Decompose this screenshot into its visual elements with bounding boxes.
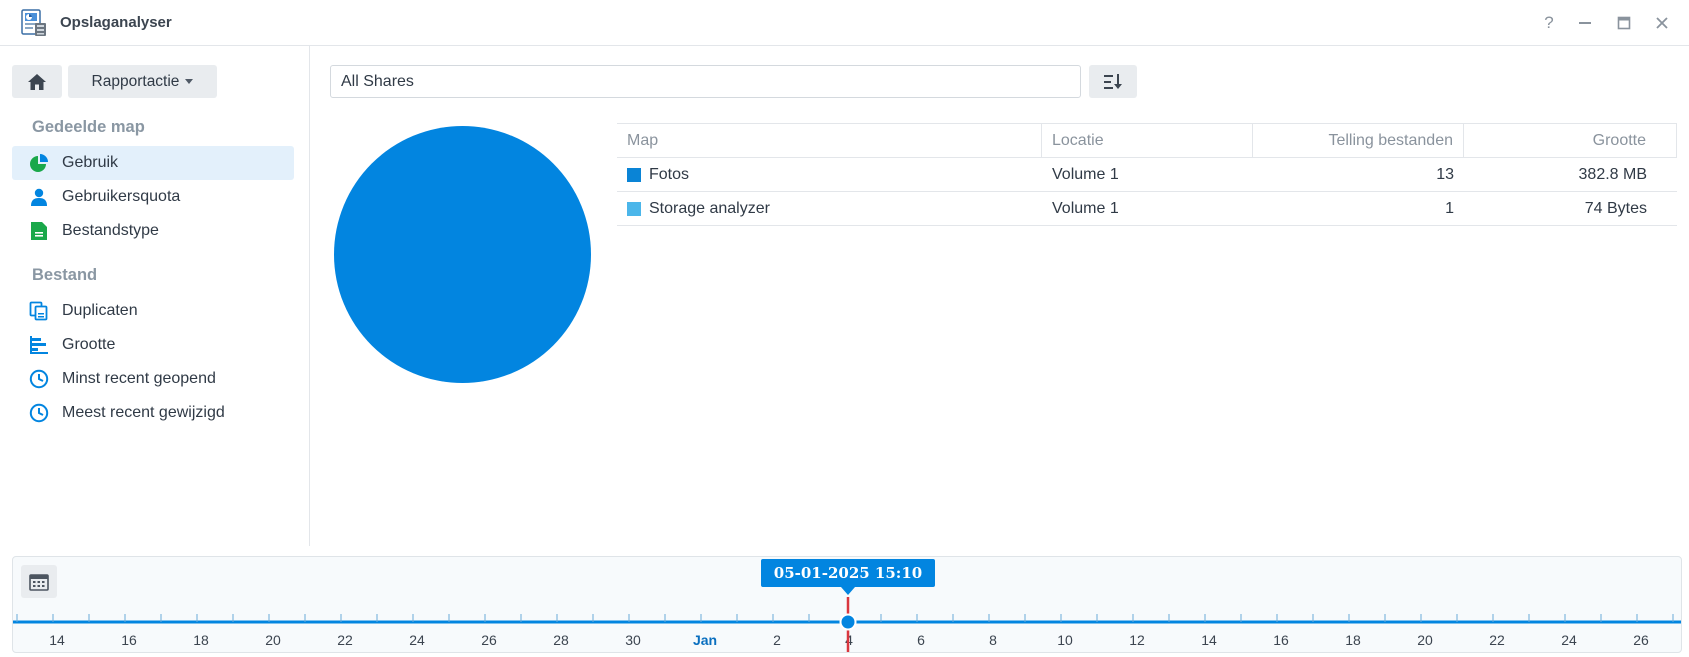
timeline-tick-label: 14 — [49, 632, 65, 648]
timeline-tick-label: 24 — [1561, 632, 1577, 648]
row-size: 382.8 MB — [1578, 166, 1647, 183]
timeline-month-label: Jan — [693, 632, 717, 648]
timeline-tick-label: 16 — [1273, 632, 1289, 648]
tooltip-label: 05-01-2025 15:10 — [774, 564, 922, 582]
timeline-tick-label: 22 — [337, 632, 353, 648]
home-icon — [28, 73, 46, 90]
color-swatch — [627, 201, 641, 216]
duplicate-icon — [28, 300, 50, 322]
clock-icon — [28, 368, 50, 390]
timeline-tick-label: 18 — [193, 632, 209, 648]
timeline-selected-tooltip: 05-01-2025 15:10 — [761, 559, 935, 595]
sidebar-item-label: Minst recent geopend — [62, 370, 216, 387]
clock-icon — [28, 402, 50, 424]
timeline-tick-label: 30 — [625, 632, 641, 648]
sidebar-item-label: Gebruikersquota — [62, 188, 181, 205]
row-map: Storage analyzer — [649, 200, 770, 217]
row-count: 13 — [1436, 166, 1454, 183]
row-map: Fotos — [649, 166, 690, 183]
caret-down-icon — [185, 79, 194, 84]
help-button[interactable]: ? — [1536, 10, 1562, 36]
timeline-tick-label: 24 — [409, 632, 425, 648]
minimize-button[interactable] — [1572, 10, 1598, 36]
shares-table: Map Locatie Telling bestanden Grootte Fo… — [617, 123, 1677, 226]
timeline-tick-label: 18 — [1345, 632, 1361, 648]
sort-descending-icon — [1104, 73, 1122, 89]
timeline-tick-label: 2 — [773, 632, 781, 648]
timeline-tick-label: 16 — [121, 632, 137, 648]
window-title: Opslaganalyser — [60, 14, 172, 31]
column-header-map[interactable]: Map — [617, 124, 1042, 157]
sidebar-item-duplicaten[interactable]: Duplicaten — [12, 294, 294, 328]
pie-chart-icon — [28, 152, 50, 174]
sidebar-item-label: Grootte — [62, 336, 116, 353]
report-action-dropdown[interactable]: Rapportactie — [68, 65, 217, 98]
sort-button[interactable] — [1089, 65, 1137, 98]
sidebar: Rapportactie Gedeelde map Gebruik Gebrui… — [0, 46, 310, 546]
column-header-location[interactable]: Locatie — [1042, 124, 1253, 157]
row-location: Volume 1 — [1052, 166, 1119, 183]
color-swatch — [627, 167, 641, 182]
section-title-shared-folder: Gedeelde map — [32, 118, 145, 136]
sidebar-item-grootte[interactable]: Grootte — [12, 328, 294, 362]
table-header: Map Locatie Telling bestanden Grootte — [617, 123, 1677, 158]
timeline-tick-label: 28 — [553, 632, 569, 648]
sidebar-item-bestandstype[interactable]: Bestandstype — [12, 214, 294, 248]
sidebar-item-label: Duplicaten — [62, 302, 138, 319]
sidebar-item-gebruik[interactable]: Gebruik — [12, 146, 294, 180]
tooltip-pointer — [841, 587, 855, 595]
timeline-axis[interactable]: 141618202224262830Jan2468101214161820222… — [13, 557, 1681, 652]
timeline-tick-label: 26 — [1633, 632, 1649, 648]
bar-size-icon — [28, 334, 50, 356]
maximize-button[interactable] — [1611, 10, 1637, 36]
timeline-tick-label: 8 — [989, 632, 997, 648]
column-header-file-count[interactable]: Telling bestanden — [1253, 124, 1464, 157]
row-count: 1 — [1445, 200, 1454, 217]
column-header-size[interactable]: Grootte — [1464, 124, 1677, 157]
sidebar-item-minst-recent-geopend[interactable]: Minst recent geopend — [12, 362, 294, 396]
timeline-tick-label: 26 — [481, 632, 497, 648]
sidebar-item-gebruikersquota[interactable]: Gebruikersquota — [12, 180, 294, 214]
timeline-tick-label: 20 — [1417, 632, 1433, 648]
close-icon — [1656, 17, 1668, 29]
section-title-file: Bestand — [32, 266, 98, 284]
timeline-tick-label: 22 — [1489, 632, 1505, 648]
timeline-tick-label: 12 — [1129, 632, 1145, 648]
timeline-handle[interactable] — [839, 613, 857, 631]
row-location: Volume 1 — [1052, 200, 1119, 217]
row-size: 74 Bytes — [1584, 200, 1647, 217]
sidebar-item-label: Gebruik — [62, 154, 119, 171]
table-row[interactable]: Fotos Volume 1 13 382.8 MB — [617, 158, 1677, 192]
timeline-tick-label: 6 — [917, 632, 925, 648]
share-select[interactable]: All Shares — [330, 65, 1081, 98]
timeline-tick-label: 14 — [1201, 632, 1217, 648]
close-button[interactable] — [1649, 10, 1675, 36]
sidebar-item-meest-recent-gewijzigd[interactable]: Meest recent gewijzigd — [12, 396, 294, 430]
document-icon — [28, 220, 50, 242]
timeline-tick-label: 10 — [1057, 632, 1073, 648]
home-button[interactable] — [12, 65, 62, 98]
user-icon — [28, 186, 50, 208]
timeline-tick-label: 20 — [265, 632, 281, 648]
timeline: 141618202224262830Jan2468101214161820222… — [12, 556, 1682, 653]
minimize-icon — [1579, 22, 1591, 24]
title-bar: Opslaganalyser ? — [0, 0, 1689, 46]
maximize-icon — [1617, 16, 1631, 30]
storage-analyzer-app-icon — [21, 9, 46, 36]
sidebar-item-label: Meest recent gewijzigd — [62, 404, 225, 421]
usage-pie-chart — [334, 126, 591, 383]
report-action-label: Rapportactie — [91, 72, 180, 90]
sidebar-item-label: Bestandstype — [62, 222, 159, 239]
table-row[interactable]: Storage analyzer Volume 1 1 74 Bytes — [617, 192, 1677, 226]
